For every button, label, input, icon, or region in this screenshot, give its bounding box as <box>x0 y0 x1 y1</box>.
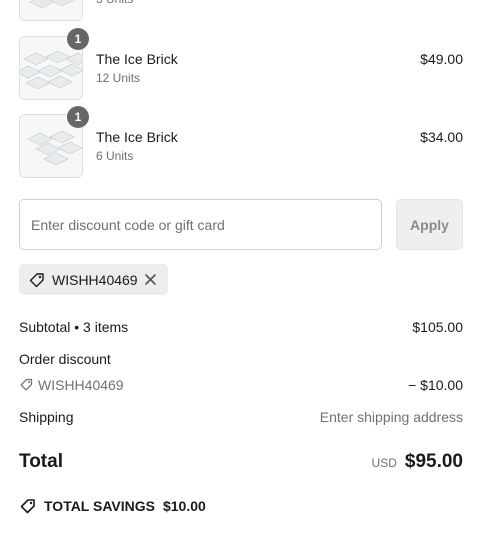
tag-icon <box>29 272 44 287</box>
shipping-value: Enter shipping address <box>319 409 463 425</box>
shipping-label: Shipping <box>19 409 74 425</box>
applied-discount-code: WISHH40469 <box>52 271 138 288</box>
tag-icon <box>20 499 35 514</box>
shipping-row: Shipping Enter shipping address <box>19 409 463 425</box>
line-item: 1 The Ice Brick 12 Units $49.00 <box>19 28 463 100</box>
item-name: The Ice Brick <box>96 51 178 67</box>
item-variant: 3 Units <box>96 0 133 6</box>
item-variant: 12 Units <box>96 71 141 85</box>
total-value-group: USD $95.00 <box>372 451 463 473</box>
item-price: $34.00 <box>420 129 463 145</box>
discount-code-label: WISHH40469 <box>38 377 124 393</box>
item-variant: 6 Units <box>96 149 134 163</box>
tag-icon <box>20 378 33 391</box>
discount-code-row: WISHH40469 − $10.00 <box>19 377 463 393</box>
applied-discount-tag: WISHH40469 <box>19 264 168 295</box>
product-thumbnail: 1 <box>19 106 89 178</box>
quantity-badge: 1 <box>67 106 89 128</box>
item-price: $49.00 <box>420 51 463 67</box>
remove-discount-icon[interactable] <box>142 271 159 288</box>
currency-code: USD <box>371 456 397 470</box>
order-discount-row: Order discount <box>19 351 463 367</box>
subtotal-row: Subtotal • 3 items $105.00 <box>19 319 463 335</box>
subtotal-label: Subtotal • 3 items <box>19 319 129 335</box>
product-thumbnail: 1 <box>19 28 89 100</box>
savings-amount: $10.00 <box>162 498 206 514</box>
subtotal-value: $105.00 <box>412 319 463 335</box>
line-item: 1 The Ice Brick 6 Units $34.00 <box>19 106 463 178</box>
product-thumbnail <box>19 0 83 21</box>
order-discount-label: Order discount <box>19 351 111 367</box>
total-savings: TOTAL SAVINGS $10.00 <box>19 497 206 515</box>
discount-code-input[interactable] <box>19 199 382 250</box>
line-item: 3 Units <box>19 0 463 21</box>
total-amount: $95.00 <box>404 451 463 472</box>
total-label: Total <box>19 451 63 472</box>
quantity-badge: 1 <box>67 28 89 50</box>
savings-label: TOTAL SAVINGS <box>44 498 155 514</box>
apply-discount-button[interactable]: Apply <box>396 199 463 250</box>
discount-amount: − $10.00 <box>408 377 463 393</box>
item-name: The Ice Brick <box>96 129 178 145</box>
